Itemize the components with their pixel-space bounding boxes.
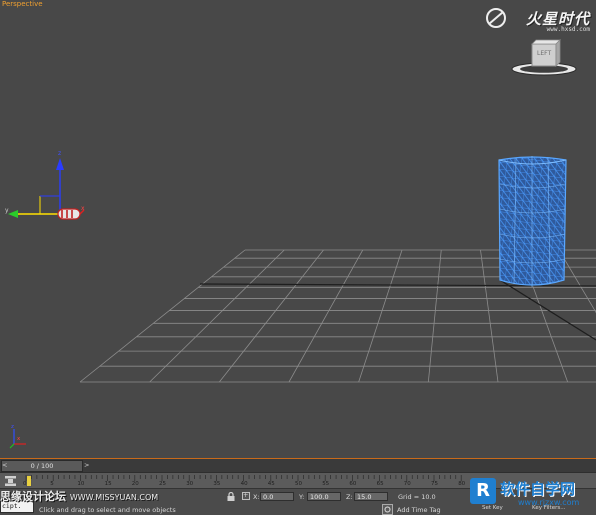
time-tag-icon[interactable] — [382, 504, 393, 515]
grid-line — [79, 249, 246, 383]
track-tick-label: 70 — [403, 481, 411, 487]
track-tick-label: 25 — [159, 481, 166, 487]
grid-line — [149, 249, 285, 383]
track-tick-label: 0 — [23, 481, 27, 487]
gizmo-z-label: z — [58, 150, 62, 157]
watermark-bottom-right-url: www.rjzxw.com — [518, 498, 580, 507]
viewcube[interactable] — [506, 38, 582, 78]
cylinder-mesh[interactable] — [494, 154, 574, 294]
track-tick-label: 35 — [213, 481, 221, 487]
slider-right-arrow[interactable]: > — [84, 461, 89, 469]
track-tick-label: 15 — [104, 481, 112, 487]
y-coord-field[interactable]: 100.0 — [307, 492, 341, 501]
perspective-viewport[interactable]: Perspective z y x z x LEFT 火星时代 www.hxsd… — [0, 0, 596, 458]
z-coord-field[interactable]: 15.0 — [354, 492, 388, 501]
watermark-url: www.hxsd.com — [546, 26, 590, 33]
slider-left-arrow[interactable]: < — [2, 461, 7, 469]
track-tick-label: 10 — [77, 481, 85, 487]
track-tick-label: 80 — [458, 481, 466, 487]
track-tick-label: 55 — [322, 481, 330, 487]
grid-line — [219, 249, 324, 383]
y-coord-label: Y: — [299, 493, 305, 501]
watermark-bottom-left: 思缘设计论坛 WWW.MISSYUAN.COM — [0, 488, 158, 504]
gizmo-x-label: x — [81, 205, 85, 212]
tripod-z-label: z — [11, 424, 14, 430]
track-tick-label: 65 — [376, 481, 384, 487]
time-slider[interactable]: 0 / 100 — [1, 460, 83, 472]
track-tick-label: 20 — [131, 481, 139, 487]
time-slider-bar[interactable]: 0 / 100 > < — [0, 458, 596, 472]
tripod-x-label: x — [17, 436, 21, 442]
track-tick-label: 40 — [240, 481, 248, 487]
watermark-bottom-right-text: 软件自学网 — [500, 480, 576, 498]
grid-line — [358, 249, 403, 383]
track-tick-label: 60 — [349, 481, 357, 487]
watermark-bottom-right: R 软件自学网 www.rjzxw.com — [470, 478, 596, 514]
status-prompt: Click and drag to select and move object… — [39, 506, 176, 514]
hxsd-logo-icon — [486, 8, 506, 28]
track-tick-label: 5 — [50, 481, 54, 487]
track-tick-label: 30 — [186, 481, 194, 487]
z-coord-label: Z: — [346, 493, 353, 501]
rjzxw-badge-icon: R — [470, 478, 496, 504]
x-coord-label: X: — [253, 493, 260, 501]
watermark-bottom-left-url: WWW.MISSYUAN.COM — [69, 493, 159, 502]
grid-line — [427, 249, 442, 383]
x-coord-field[interactable]: 0.0 — [260, 492, 294, 501]
absolute-mode-plus-icon: + — [243, 491, 249, 499]
track-tick-label: 45 — [267, 481, 275, 487]
track-tick-label: 50 — [295, 481, 302, 487]
viewcube-face-label[interactable]: LEFT — [537, 50, 551, 57]
gizmo-y-label: y — [5, 207, 9, 214]
lock-selection-icon[interactable] — [226, 492, 236, 502]
grid-line — [288, 249, 364, 383]
watermark-bottom-left-text: 思缘设计论坛 — [0, 490, 66, 503]
add-time-tag[interactable]: Add Time Tag — [397, 506, 441, 514]
move-gizmo[interactable] — [4, 148, 94, 228]
track-tick-label: 75 — [431, 481, 438, 487]
grid-size-text: Grid = 10.0 — [398, 493, 436, 501]
